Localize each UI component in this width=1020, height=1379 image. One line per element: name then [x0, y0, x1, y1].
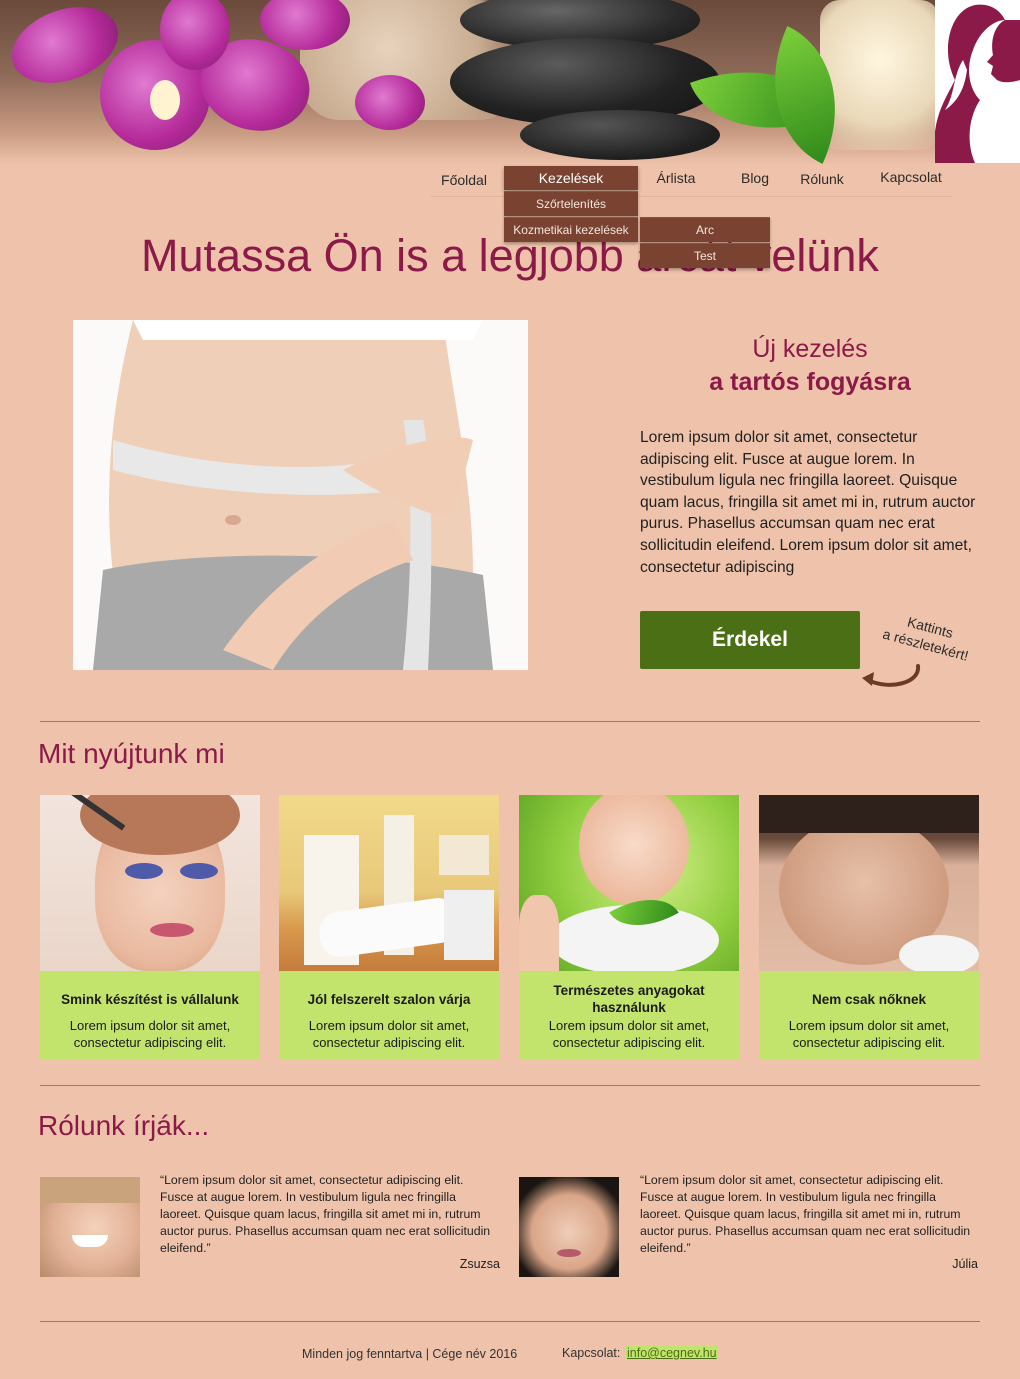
service-card[interactable]: Jól felszerelt szalon várja Lorem ipsum …	[279, 795, 499, 1059]
divider	[40, 721, 980, 722]
card-description: Lorem ipsum dolor sit amet, consectetur …	[69, 1018, 231, 1050]
service-card[interactable]: Smink készítést is vállalunk Lorem ipsum…	[40, 795, 260, 1059]
footer-copyright: Minden jog fenntartva | Cége név 2016	[302, 1347, 518, 1361]
nav-item-rolunk[interactable]: Rólunk	[790, 167, 854, 191]
footer-email-link[interactable]: info@cegnev.hu	[626, 1346, 718, 1360]
divider	[40, 1085, 980, 1086]
card-title: Jól felszerelt szalon várja	[307, 991, 471, 1007]
card-description: Lorem ipsum dolor sit amet, consectetur …	[308, 1018, 470, 1050]
divider	[40, 1321, 980, 1322]
testimonial-quote: “Lorem ipsum dolor sit amet, consectetur…	[160, 1173, 491, 1255]
hero-description: Lorem ipsum dolor sit amet, consectetur …	[640, 429, 976, 576]
card-description: Lorem ipsum dolor sit amet, consectetur …	[788, 1018, 950, 1050]
nav-item-kapcsolat[interactable]: Kapcsolat	[870, 165, 952, 189]
nav-item-fooldal[interactable]: Főoldal	[430, 168, 498, 192]
card-title: Természetes anyagokat használunk	[553, 983, 705, 1015]
footer-contact-label: Kapcsolat:	[562, 1346, 621, 1360]
side-title-line2: a tartós fogyásra	[709, 368, 911, 396]
measuring-tape-illustration	[73, 320, 528, 670]
makeup-image	[40, 795, 260, 971]
card-description: Lorem ipsum dolor sit amet, consectetur …	[548, 1018, 710, 1050]
nav-item-arlista[interactable]: Árlista	[645, 166, 707, 190]
interest-button[interactable]: Érdekel	[640, 611, 860, 669]
header-banner	[0, 0, 1020, 165]
services-title: Mit nyújtunk mi	[38, 738, 225, 769]
service-card[interactable]: Nem csak nőknek Lorem ipsum dolor sit am…	[759, 795, 979, 1059]
testimonial-author: Júlia	[952, 1257, 978, 1271]
testimonials-title: Rólunk írják...	[38, 1110, 210, 1141]
curved-arrow-icon	[862, 664, 920, 687]
subdropdown-item-test[interactable]: Test	[640, 243, 770, 268]
side-title: Új kezelés a tartós fogyásra	[640, 335, 980, 397]
side-title-line1: Új kezelés	[752, 335, 868, 363]
dropdown-item-kozmetikai[interactable]: Kozmetikai kezelések	[504, 217, 638, 242]
woman-silhouette-icon	[934, 4, 1020, 163]
avatar	[519, 1177, 619, 1277]
stone-image	[520, 110, 720, 160]
orchid-center	[150, 80, 180, 120]
avatar	[40, 1177, 140, 1277]
natural-products-image	[519, 795, 739, 971]
nav-item-kezelesek[interactable]: Kezelések	[504, 166, 638, 190]
candle-image	[820, 0, 940, 150]
dropdown-item-szortelenites[interactable]: Szőrtelenítés	[504, 191, 638, 216]
men-facial-image	[759, 795, 979, 971]
testimonial-quote: “Lorem ipsum dolor sit amet, consectetur…	[640, 1173, 971, 1255]
salon-image	[279, 795, 499, 971]
orchid-bud-image	[355, 75, 425, 130]
logo[interactable]	[934, 0, 1020, 163]
service-card[interactable]: Természetes anyagokat használunk Lorem i…	[519, 795, 739, 1059]
subdropdown-item-arc[interactable]: Arc	[640, 217, 770, 242]
card-title: Smink készítést is vállalunk	[61, 991, 239, 1007]
card-title: Nem csak nőknek	[811, 991, 927, 1007]
weight-loss-image	[73, 320, 528, 670]
testimonial-author: Zsuzsa	[459, 1257, 500, 1271]
nav-item-blog[interactable]: Blog	[728, 166, 782, 190]
